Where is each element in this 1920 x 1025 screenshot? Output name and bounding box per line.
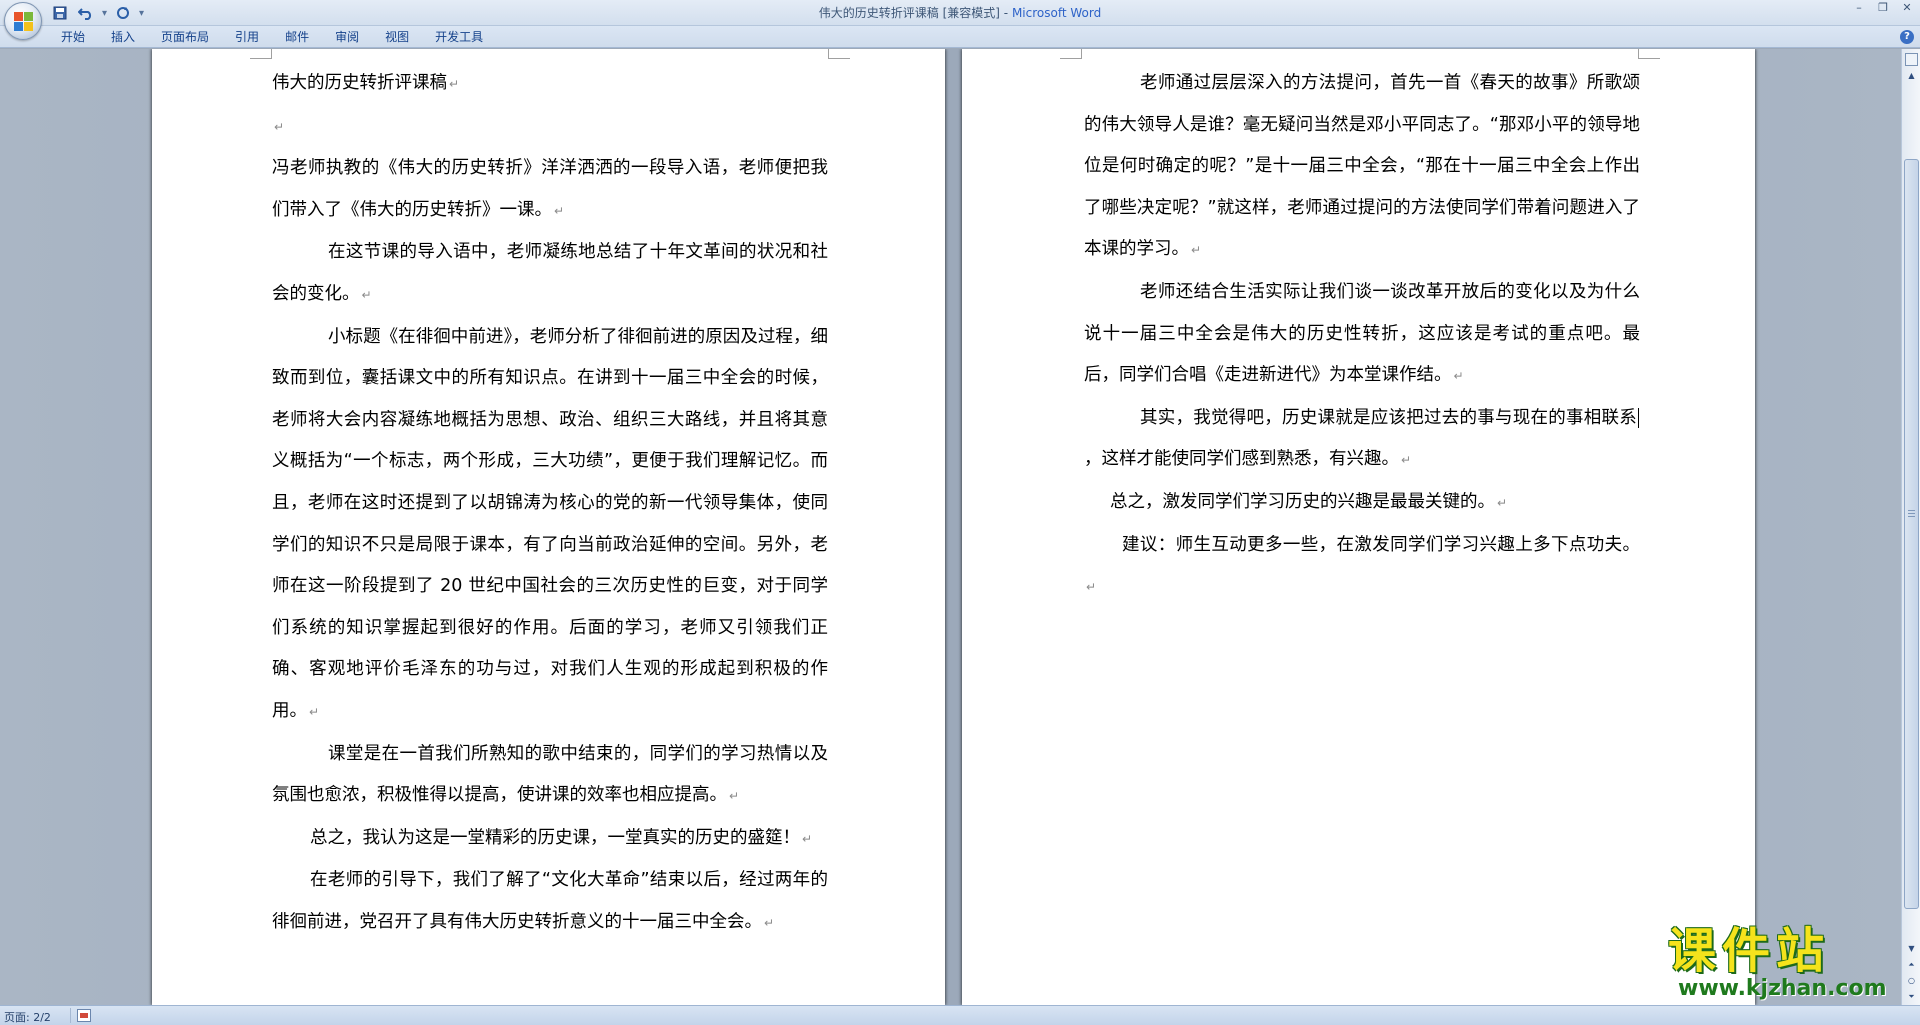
paragraph-text: 课堂是在一首我们所熟知的歌中结束的，同学们的学习热情以及氛围也愈浓，积极惟得以提… — [272, 743, 828, 806]
title-separator: - — [999, 6, 1012, 20]
paragraph-mark-icon: ↵ — [309, 704, 320, 719]
paragraph-text: 伟大的历史转折评课稿 — [272, 73, 447, 93]
paragraph[interactable]: 小标题《在徘徊中前进》，老师分析了徘徊前进的原因及过程，细致而到位，囊括课文中的… — [272, 317, 828, 734]
application-name: Microsoft Word — [1011, 6, 1102, 20]
paragraph-mark-icon: ↵ — [1086, 580, 1097, 595]
tab-references[interactable]: 引用 — [222, 29, 272, 46]
paragraph-text: 建议：师生互动更多一些，在激发同学们学习兴趣上多下点功夫。 — [1122, 534, 1640, 555]
tab-home[interactable]: 开始 — [48, 29, 98, 46]
ribbon-tab-bar: 开始 插入 页面布局 引用 邮件 审阅 视图 开发工具 ? — [0, 26, 1920, 48]
tab-insert[interactable]: 插入 — [98, 29, 148, 46]
scroll-up-button[interactable]: ▲ — [1904, 69, 1919, 83]
select-browse-object-button[interactable]: ○ — [1904, 973, 1919, 989]
paragraph-text: 小标题《在徘徊中前进》，老师分析了徘徊前进的原因及过程，细致而到位，囊括课文中的… — [272, 326, 828, 721]
paragraph-mark-icon: ↵ — [361, 287, 372, 302]
paragraph[interactable]: 总之，激发同学们学习历史的兴趣是最最关键的。 ↵ — [1084, 482, 1640, 525]
paragraph[interactable]: 老师还结合生活实际让我们谈一谈改革开放后的变化以及为什么说十一届三中全会是伟大的… — [1084, 272, 1640, 398]
window-title: 伟大的历史转折评课稿 [兼容模式] - Microsoft Word — [0, 4, 1920, 21]
tab-review[interactable]: 审阅 — [322, 29, 372, 46]
watermark-title: 课件站 — [1668, 923, 1831, 979]
office-logo-icon — [14, 12, 34, 32]
paragraph[interactable]: 课堂是在一首我们所熟知的歌中结束的，同学们的学习热情以及氛围也愈浓，积极惟得以提… — [272, 734, 828, 818]
tab-page-layout[interactable]: 页面布局 — [148, 29, 222, 46]
paragraph-mark-icon: ↵ — [274, 119, 285, 134]
paragraph[interactable]: ↵ — [272, 106, 828, 149]
paragraph-mark-icon: ↵ — [1453, 369, 1464, 384]
scroll-down-button[interactable]: ▼ — [1904, 941, 1919, 957]
paragraph-text: 在这节课的导入语中，老师凝练地总结了十年文革间的状况和社会的变化。 — [272, 242, 828, 304]
paragraph-text: 冯老师执教的《伟大的历史转折》洋洋洒洒的一段导入语，老师便把我们带入了《伟大的历… — [272, 158, 828, 220]
paragraph-text: 总之，激发同学们学习历史的兴趣是最最关键的。 — [1110, 491, 1495, 512]
document-title: 伟大的历史转折评课稿 [兼容模式] — [818, 6, 1000, 20]
paragraph-text: 老师通过层层深入的方法提问，首先一首《春天的故事》所歌颂的伟大领导人是谁？毫无疑… — [1084, 73, 1640, 260]
minimize-button[interactable]: – — [1852, 1, 1866, 15]
status-divider — [70, 1008, 71, 1023]
paragraph[interactable]: 老师通过层层深入的方法提问，首先一首《春天的故事》所歌颂的伟大领导人是谁？毫无疑… — [1084, 63, 1640, 272]
scrollbar-grip-icon — [1908, 510, 1915, 518]
paragraph[interactable]: 伟大的历史转折评课稿 ↵ — [272, 63, 828, 106]
tab-mailings[interactable]: 邮件 — [272, 29, 322, 46]
view-ruler-button[interactable] — [1905, 53, 1918, 66]
page-2-text[interactable]: 老师通过层层深入的方法提问，首先一首《春天的故事》所歌颂的伟大领导人是谁？毫无疑… — [1084, 63, 1640, 609]
paragraph-mark-icon: ↵ — [1191, 243, 1202, 258]
margin-crop-mark — [828, 49, 850, 59]
next-page-button[interactable]: ⏷ — [1904, 989, 1919, 1005]
margin-crop-mark — [1060, 49, 1082, 59]
paragraph[interactable]: 其实，我觉得吧，历史课就是应该把过去的事与现在的事相联系 ，这样才能使同学们感到熟… — [1084, 398, 1640, 482]
paragraph-text: 老师还结合生活实际让我们谈一谈改革开放后的变化以及为什么说十一届三中全会是伟大的… — [1084, 281, 1640, 386]
restore-button[interactable]: ❐ — [1876, 1, 1890, 15]
ribbon-tabs: 开始 插入 页面布局 引用 邮件 审阅 视图 开发工具 — [48, 29, 496, 46]
margin-crop-mark — [250, 49, 272, 59]
document-area: 伟大的历史转折评课稿 ↵ ↵ 冯老师执教的《伟大的历史转折》洋洋洒洒的一段导入语，老师… — [0, 49, 1901, 1005]
page-count-status[interactable]: 页面: 2/2 — [4, 1009, 51, 1025]
close-button[interactable]: ✕ — [1900, 1, 1914, 15]
previous-page-button[interactable]: ⏶ — [1904, 957, 1919, 973]
paragraph[interactable]: 冯老师执教的《伟大的历史转折》洋洋洒洒的一段导入语，老师便把我们带入了《伟大的历… — [272, 148, 828, 232]
paragraph-mark-icon: ↵ — [802, 831, 813, 846]
paragraph-mark-icon: ↵ — [764, 915, 775, 930]
paragraph[interactable]: 在这节课的导入语中，老师凝练地总结了十年文革间的状况和社会的变化。 ↵ — [272, 232, 828, 316]
margin-crop-mark — [1638, 49, 1660, 59]
paragraph-mark-icon: ↵ — [554, 203, 565, 218]
paragraph-mark-icon: ↵ — [1401, 453, 1412, 468]
watermark-logo: 课件站 www.kjzhan.com — [1668, 925, 1904, 1005]
help-icon[interactable]: ? — [1900, 30, 1914, 44]
paragraph[interactable]: 建议：师生互动更多一些，在激发同学们学习兴趣上多下点功夫。 ↵ — [1084, 525, 1640, 609]
scrollbar-thumb[interactable] — [1904, 159, 1919, 909]
paragraph[interactable]: 在老师的引导下，我们了解了“文化大革命”结束以后，经过两年的徘徊前进，党召开了具… — [272, 860, 828, 944]
watermark-url: www.kjzhan.com — [1678, 976, 1887, 1001]
tab-view[interactable]: 视图 — [372, 29, 422, 46]
paragraph-mark-icon: ↵ — [1497, 495, 1508, 510]
paragraph-text: 在老师的引导下，我们了解了“文化大革命”结束以后，经过两年的徘徊前进，党召开了具… — [272, 870, 828, 932]
text-cursor — [1638, 407, 1639, 428]
paragraph-text: 其实，我觉得吧，历史课就是应该把过去的事与现在的事相联系 — [1140, 407, 1637, 428]
paragraph-mark-icon: ↵ — [729, 789, 740, 804]
status-bar: 页面: 2/2 — [0, 1005, 1920, 1025]
window-controls: – ❐ ✕ — [1852, 1, 1914, 15]
page-1-text[interactable]: 伟大的历史转折评课稿 ↵ ↵ 冯老师执教的《伟大的历史转折》洋洋洒洒的一段导入语，老师… — [272, 63, 828, 944]
document-page-1[interactable]: 伟大的历史转折评课稿 ↵ ↵ 冯老师执教的《伟大的历史转折》洋洋洒洒的一段导入语，老师… — [152, 49, 945, 1005]
proofing-status-icon[interactable] — [77, 1009, 91, 1022]
paragraph-mark-icon: ↵ — [449, 77, 460, 91]
vertical-scrollbar[interactable]: ▲ ▼ ⏶ ○ ⏷ — [1901, 49, 1920, 1005]
browse-navigation: ▼ ⏶ ○ ⏷ — [1904, 941, 1919, 1005]
paragraph-text: ，这样才能使同学们感到熟悉，有兴趣。 — [1084, 449, 1399, 470]
paragraph[interactable]: 总之，我认为这是一堂精彩的历史课，一堂真实的历史的盛筵！ ↵ — [272, 818, 828, 861]
office-button[interactable] — [4, 2, 42, 40]
title-bar: ▾ ▾ 伟大的历史转折评课稿 [兼容模式] - Microsoft Word –… — [0, 0, 1920, 40]
paragraph-text: 总之，我认为这是一堂精彩的历史课，一堂真实的历史的盛筵！ — [310, 827, 800, 848]
tab-developer[interactable]: 开发工具 — [422, 29, 496, 46]
document-page-2[interactable]: 老师通过层层深入的方法提问，首先一首《春天的故事》所歌颂的伟大领导人是谁？毫无疑… — [962, 49, 1755, 1005]
